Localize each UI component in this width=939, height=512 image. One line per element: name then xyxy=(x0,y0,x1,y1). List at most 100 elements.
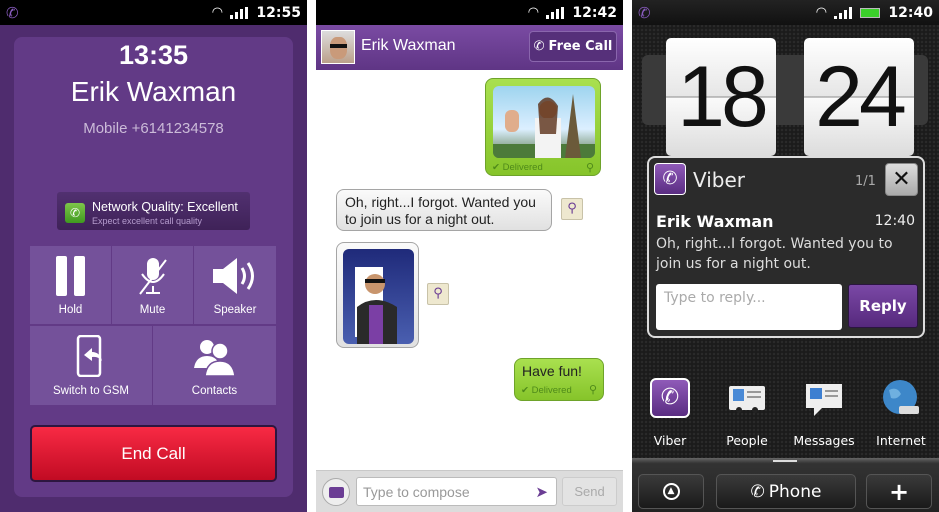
signal-icon xyxy=(546,6,565,19)
messages-icon xyxy=(804,378,844,418)
people-icon xyxy=(727,378,767,418)
chat-header: Erik Waxman ✆ Free Call xyxy=(316,25,623,70)
message-outgoing-text[interactable]: Have fun! ✔ Delivered ⚲ xyxy=(514,358,604,401)
viber-icon: ✆ xyxy=(650,378,690,418)
phone-button[interactable]: ✆ Phone xyxy=(716,474,856,509)
chat-screen: ◠ 12:42 Erik Waxman ✆ Free Call ✔ Delive… xyxy=(316,0,623,512)
notification-sender: Erik Waxman xyxy=(656,212,774,231)
contacts-button[interactable]: Contacts xyxy=(153,326,276,405)
status-bar: ✆ ◠ 12:55 xyxy=(0,0,307,25)
photo-thumbnail[interactable] xyxy=(343,249,414,344)
call-screen: ✆ ◠ 12:55 13:35 Erik Waxman Mobile +6141… xyxy=(0,0,307,512)
close-button[interactable]: ✕ xyxy=(885,163,918,196)
phone-icon: ✆ xyxy=(750,481,765,502)
wifi-icon: ◠ xyxy=(212,5,223,20)
compose-placeholder: Type to compose xyxy=(363,484,470,500)
contacts-icon xyxy=(153,334,276,378)
status-time: 12:55 xyxy=(256,4,301,21)
message-incoming-photo[interactable] xyxy=(336,242,419,348)
call-duration: 13:35 xyxy=(118,40,189,70)
speaker-button[interactable]: Speaker xyxy=(194,246,276,324)
dock-bar: ▲ ✆ Phone + xyxy=(632,458,939,512)
signal-icon xyxy=(834,6,853,19)
clock-minutes[interactable]: 24 xyxy=(804,38,914,156)
viber-icon: ✆ xyxy=(654,163,686,195)
location-pin-icon: ⚲ xyxy=(585,161,594,174)
contact-avatar[interactable] xyxy=(321,30,355,64)
reply-button[interactable]: Reply xyxy=(848,284,918,328)
notification-count: 1/1 xyxy=(855,174,876,189)
app-label: Messages xyxy=(793,433,855,448)
wifi-icon: ◠ xyxy=(816,5,827,20)
phone-switch-icon xyxy=(30,334,152,378)
contact-number: Mobile +6141234578 xyxy=(83,120,224,137)
hold-label: Hold xyxy=(58,304,83,316)
app-label: Viber xyxy=(653,433,687,448)
add-button[interactable]: + xyxy=(866,474,932,509)
delivered-status: ✔ Delivered xyxy=(492,162,543,173)
compose-bar: Type to compose ➤ Send xyxy=(316,470,623,512)
compose-input[interactable]: Type to compose ➤ xyxy=(356,477,557,506)
status-time: 12:42 xyxy=(572,4,617,21)
hold-button[interactable]: Hold xyxy=(30,246,111,324)
message-text: Oh, right...I forgot. Wanted you to join… xyxy=(345,194,536,227)
mute-button[interactable]: Mute xyxy=(112,246,193,324)
speaker-label: Speaker xyxy=(213,304,257,316)
switch-to-gsm-label: Switch to GSM xyxy=(52,385,130,397)
home-screen: ✆ ◠ 12:40 18 24 ✆ Viber 1/1 ✕ Erik Waxma… xyxy=(632,0,939,512)
notification-message: Oh, right...I forgot. Wanted you to join… xyxy=(656,236,893,272)
viber-call-status-icon: ✆ xyxy=(6,4,19,22)
message-outgoing-photo[interactable]: ✔ Delivered ⚲ xyxy=(485,78,601,176)
status-bar: ✆ ◠ 12:40 xyxy=(632,0,939,25)
battery-icon xyxy=(860,7,881,18)
wifi-icon: ◠ xyxy=(528,5,539,20)
location-map-icon[interactable]: ⚲ xyxy=(427,283,449,305)
call-controls: Hold Mute Speaker Switch to GSM Contacts xyxy=(30,246,276,405)
status-bar: ◠ 12:42 xyxy=(316,0,623,25)
network-phone-icon: ✆ xyxy=(65,203,85,223)
chat-contact-name: Erik Waxman xyxy=(361,37,456,54)
location-pin-icon: ⚲ xyxy=(588,383,597,396)
app-internet[interactable]: Internet xyxy=(864,378,938,448)
delivered-status: ✔ Delivered xyxy=(521,385,572,396)
contacts-label: Contacts xyxy=(191,385,238,397)
network-quality-title: Network Quality: Excellent xyxy=(92,200,238,214)
location-map-icon[interactable]: ⚲ xyxy=(561,198,583,220)
network-quality-banner: ✆ Network Quality: Excellent Expect exce… xyxy=(57,192,250,230)
phone-icon: ✆ xyxy=(533,39,545,54)
mic-off-icon xyxy=(112,254,193,298)
send-button[interactable]: Send xyxy=(562,477,617,506)
app-drawer-button[interactable]: ▲ xyxy=(638,474,704,509)
free-call-button[interactable]: ✆ Free Call xyxy=(529,31,617,62)
status-time: 12:40 xyxy=(888,4,933,21)
pause-icon xyxy=(30,254,111,298)
contact-name: Erik Waxman xyxy=(70,76,237,107)
camera-icon xyxy=(328,486,344,498)
app-people[interactable]: People xyxy=(710,378,784,448)
app-label: Internet xyxy=(876,433,926,448)
app-viber[interactable]: ✆ Viber xyxy=(633,378,707,448)
app-label: People xyxy=(726,433,768,448)
free-call-label: Free Call xyxy=(548,39,613,54)
notification-time: 12:40 xyxy=(874,213,915,229)
mute-label: Mute xyxy=(139,304,166,316)
chevron-up-icon: ▲ xyxy=(662,483,680,500)
globe-icon xyxy=(881,378,921,418)
app-messages[interactable]: Messages xyxy=(787,378,861,448)
message-text: Have fun! xyxy=(522,363,582,379)
photo-thumbnail[interactable] xyxy=(493,86,595,158)
location-arrow-icon[interactable]: ➤ xyxy=(535,483,548,501)
dock-handle[interactable] xyxy=(773,460,797,462)
reply-input[interactable]: Type to reply... xyxy=(656,284,842,330)
message-incoming-text[interactable]: Oh, right...I forgot. Wanted you to join… xyxy=(336,189,552,231)
network-quality-subtitle: Expect excellent call quality xyxy=(92,216,203,226)
viber-status-icon: ✆ xyxy=(638,4,651,22)
clock-hours[interactable]: 18 xyxy=(666,38,776,156)
camera-button[interactable] xyxy=(322,478,350,506)
switch-to-gsm-button[interactable]: Switch to GSM xyxy=(30,326,152,405)
speaker-icon xyxy=(194,254,276,298)
viber-notification-popup: ✆ Viber 1/1 ✕ Erik Waxman 12:40 Oh, righ… xyxy=(647,156,925,338)
notification-app-name: Viber xyxy=(693,168,746,192)
end-call-button[interactable]: End Call xyxy=(30,425,277,482)
signal-icon xyxy=(230,6,249,19)
